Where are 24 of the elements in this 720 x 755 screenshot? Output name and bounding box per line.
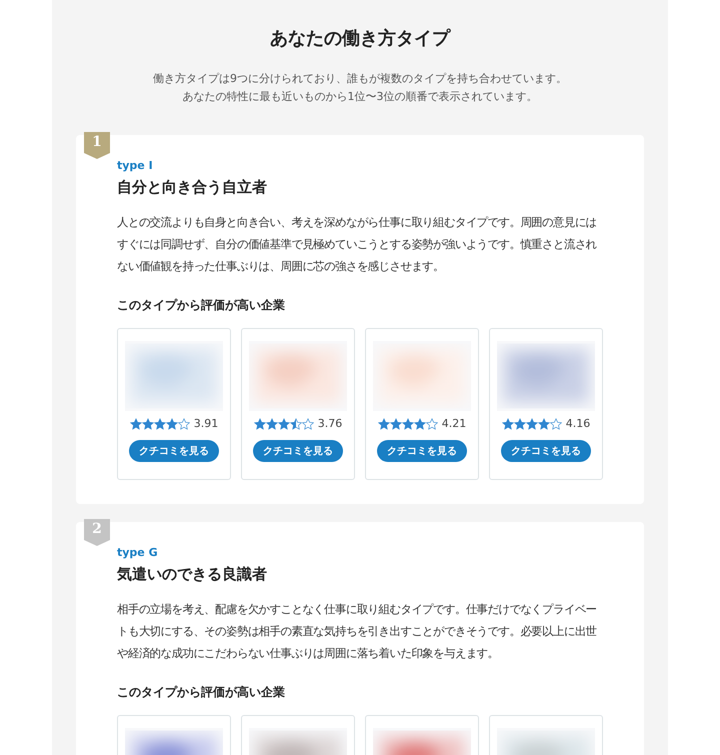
page-title: あなたの働き方タイプ <box>269 27 452 50</box>
company-card[interactable]: 3.76 クチコミを見る <box>241 328 355 480</box>
type-code: type G <box>117 546 159 559</box>
rating-score: 3.91 <box>194 417 218 430</box>
companies-heading: このタイプから評価が高い企業 <box>117 684 286 701</box>
type-name: 気遣いのできる良識者 <box>117 565 268 584</box>
reviews-button[interactable]: クチコミを見る <box>129 440 219 462</box>
rating-score: 4.21 <box>442 417 466 430</box>
type-description: 相手の立場を考え、配慮を欠かすことなく仕事に取り組むタイプです。仕事だけでなくプライベートも大切にする、その姿勢は相手の素直な気持ちを引き出すことができそうです。必要以上に出世や経済的な成功にこだわらない仕事ぶりは周囲に落ち着いた印象を与えます。 <box>117 601 598 662</box>
rating-score: 3.76 <box>318 417 342 430</box>
type-name: 自分と向き合う自立者 <box>117 178 268 197</box>
page-description: 働き方タイプは9つに分けられており、誰もが複数のタイプを持ち合わせています。 あなたの特性に最も近いものから1位〜3位の順番で表示されています。 <box>152 71 568 105</box>
company-card[interactable]: 4.21 クチコミを見る <box>365 328 479 480</box>
company-card[interactable]: 3.91 クチコミを見る <box>117 328 231 480</box>
reviews-button[interactable]: クチコミを見る <box>501 440 591 462</box>
reviews-button[interactable]: クチコミを見る <box>253 440 343 462</box>
rank-badge: 1 <box>84 132 110 159</box>
type-code: type I <box>117 159 154 172</box>
reviews-button[interactable]: クチコミを見る <box>377 440 467 462</box>
companies-heading: このタイプから評価が高い企業 <box>117 297 286 314</box>
rank-badge: 2 <box>84 519 110 546</box>
type-description: 人との交流よりも自身と向き合い、考えを深めながら仕事に取り組むタイプです。周囲の意見にはすぐには同調せず、自分の価値基準で見極めていこうとする姿勢が強いようです。慎重さと流されない価値観を持った仕事ぶりは、周囲に芯の強さを感じさせます。 <box>117 214 598 275</box>
company-card[interactable]: 4.16 クチコミを見る <box>489 328 603 480</box>
rating-score: 4.16 <box>566 417 590 430</box>
